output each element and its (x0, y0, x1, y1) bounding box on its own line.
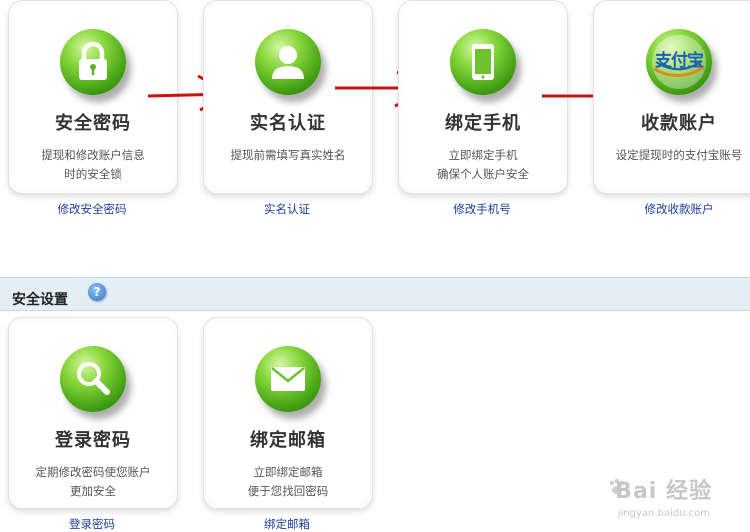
security-settings-header: 安全设置 ? (0, 277, 750, 311)
card-description: 提现前需填写真实姓名 (208, 146, 368, 165)
watermark-url: jingyan.baidu.com (617, 508, 710, 519)
card-description: 设定提现时的支付宝账号 (598, 146, 750, 165)
desc-line: 设定提现时的支付宝账号 (615, 148, 743, 162)
modify-receiving-account-link[interactable]: 修改收款账户 (595, 201, 750, 217)
mail-icon (255, 346, 321, 412)
section-title: 安全设置 (12, 292, 68, 308)
desc-line: 更加安全 (70, 484, 116, 498)
alipay-logo-text: 支付宝 (655, 51, 704, 71)
card-description: 立即绑定邮箱 便于您找回密码 (208, 463, 368, 501)
modify-security-password-link[interactable]: 修改安全密码 (8, 201, 176, 217)
watermark-brand: Bai 经验 (615, 479, 712, 504)
desc-line: 立即绑定手机 (448, 148, 518, 162)
card-title: 安全密码 (55, 113, 131, 134)
desc-line: 提现前需填写真实姓名 (230, 148, 346, 162)
phone-icon (450, 29, 516, 95)
help-icon[interactable]: ? (88, 283, 106, 301)
desc-line: 立即绑定邮箱 (253, 465, 323, 479)
lock-icon (60, 29, 126, 95)
modify-phone-link[interactable]: 修改手机号 (398, 201, 566, 217)
desc-line: 时的安全锁 (64, 167, 122, 181)
alipay-icon: 支付宝 (646, 29, 712, 95)
desc-line: 确保个人账户安全 (437, 167, 529, 181)
card-bind-email[interactable]: 绑定邮箱 立即绑定邮箱 便于您找回密码 (203, 317, 373, 509)
desc-line: 便于您找回密码 (247, 484, 329, 498)
magnifier-icon (60, 346, 126, 412)
desc-line: 提现和修改账户信息 (41, 148, 145, 162)
card-login-password[interactable]: 登录密码 定期修改密码使您账户 更加安全 (8, 317, 178, 509)
card-description: 提现和修改账户信息 时的安全锁 (13, 146, 173, 184)
login-password-link[interactable]: 登录密码 (8, 516, 176, 532)
card-title: 实名认证 (250, 113, 326, 134)
desc-line: 定期修改密码使您账户 (35, 465, 151, 479)
card-description: 定期修改密码使您账户 更加安全 (13, 463, 173, 501)
real-name-link[interactable]: 实名认证 (203, 201, 371, 217)
user-icon (255, 29, 321, 95)
card-receiving-account[interactable]: 支付宝 收款账户 设定提现时的支付宝账号 (593, 0, 750, 194)
card-title: 登录密码 (55, 430, 131, 451)
card-title: 收款账户 (641, 113, 717, 134)
bind-email-link[interactable]: 绑定邮箱 (203, 516, 371, 532)
card-title: 绑定邮箱 (250, 430, 326, 451)
card-description: 立即绑定手机 确保个人账户安全 (403, 146, 563, 184)
